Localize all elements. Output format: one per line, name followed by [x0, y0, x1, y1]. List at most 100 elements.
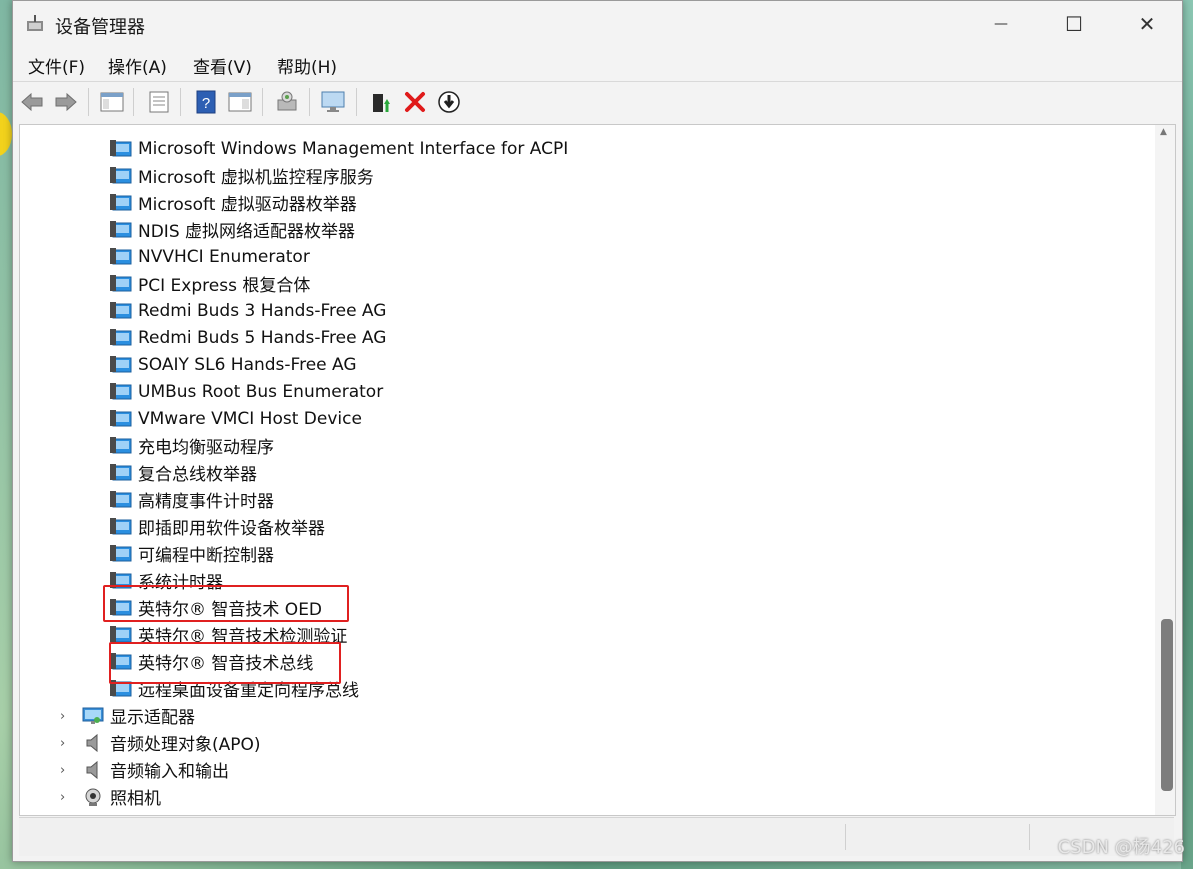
- system-device-icon: [110, 247, 132, 264]
- camera-icon: [85, 788, 101, 806]
- back-arrow-icon: [21, 92, 43, 112]
- tree-item-label: NDIS 虚拟网络适配器枚举器: [138, 222, 356, 242]
- system-device-icon: [110, 328, 132, 345]
- tree-category[interactable]: 音频输入和输出: [82, 756, 229, 783]
- menu-help[interactable]: 帮助(H): [277, 53, 337, 78]
- back-button[interactable]: [19, 89, 45, 115]
- tree-item-label: 高精度事件计时器: [138, 492, 274, 512]
- close-icon: ✕: [1138, 12, 1156, 36]
- tree-item[interactable]: NDIS 虚拟网络适配器枚举器: [110, 216, 355, 243]
- forward-button[interactable]: [53, 89, 79, 115]
- system-device-icon: [110, 490, 132, 507]
- tree-item[interactable]: 高精度事件计时器: [110, 486, 274, 513]
- expand-chevron-icon[interactable]: ›: [60, 709, 65, 724]
- maximize-button[interactable]: ☐: [1039, 1, 1109, 47]
- uninstall-icon: [405, 92, 425, 112]
- show-hide-tree-icon: [100, 92, 124, 112]
- status-bar: [19, 817, 1174, 856]
- expand-chevron-icon[interactable]: ›: [60, 790, 65, 805]
- properties-button[interactable]: [146, 89, 172, 115]
- tree-item-label: PCI Express 根复合体: [138, 276, 311, 296]
- tree-item[interactable]: UMBus Root Bus Enumerator: [110, 378, 383, 405]
- toolbar-separator: [88, 88, 89, 116]
- system-device-icon: [110, 274, 132, 291]
- system-device-icon: [110, 166, 132, 183]
- menu-file[interactable]: 文件(F): [28, 53, 85, 78]
- toolbar-separator: [356, 88, 357, 116]
- system-device-icon: [110, 382, 132, 399]
- menu-view[interactable]: 查看(V): [193, 53, 252, 78]
- tree-item[interactable]: Microsoft 虚拟机监控程序服务: [110, 162, 374, 189]
- menu-bar: 文件(F) 操作(A) 查看(V) 帮助(H): [13, 47, 1182, 81]
- tree-item-label: Redmi Buds 3 Hands-Free AG: [138, 300, 387, 321]
- tree-category-label: 音频输入和输出: [110, 762, 229, 782]
- tree-item[interactable]: SOAIY SL6 Hands-Free AG: [110, 351, 357, 378]
- help-icon: ?: [196, 90, 216, 114]
- show-hide-console-tree-button[interactable]: [99, 89, 125, 115]
- tree-category[interactable]: 音频处理对象(APO): [82, 729, 261, 756]
- system-device-icon: [110, 436, 132, 453]
- minimize-button[interactable]: —: [966, 1, 1036, 47]
- tree-item[interactable]: VMware VMCI Host Device: [110, 405, 362, 432]
- tree-item-label: Microsoft Windows Management Interface f…: [138, 138, 569, 159]
- display-adapter-icon: [82, 707, 104, 724]
- tree-item-label: Microsoft 虚拟驱动器枚举器: [138, 195, 357, 215]
- tree-item[interactable]: 即插即用软件设备枚举器: [110, 513, 325, 540]
- tree-item-label: SOAIY SL6 Hands-Free AG: [138, 354, 357, 375]
- update-driver-button[interactable]: [368, 89, 394, 115]
- menu-action[interactable]: 操作(A): [108, 53, 167, 78]
- tree-category[interactable]: 照相机: [82, 783, 161, 810]
- tree-item[interactable]: 充电均衡驱动程序: [110, 432, 274, 459]
- device-manager-window: 设备管理器 — ☐ ✕ 文件(F) 操作(A) 查看(V) 帮助(H) ? Mi…: [12, 0, 1183, 862]
- window-title: 设备管理器: [55, 17, 145, 38]
- monitor-button[interactable]: [320, 89, 346, 115]
- disable-icon: [438, 91, 460, 113]
- view-button[interactable]: [227, 89, 253, 115]
- view-icon: [228, 92, 252, 112]
- tree-item-label: 可编程中断控制器: [138, 546, 274, 566]
- help-button[interactable]: ?: [193, 89, 219, 115]
- tree-item-label: 即插即用软件设备枚举器: [138, 519, 325, 539]
- svg-text:?: ?: [202, 95, 210, 112]
- system-device-icon: [110, 355, 132, 372]
- tree-item-label: UMBus Root Bus Enumerator: [138, 381, 384, 402]
- tree-item[interactable]: NVVHCI Enumerator: [110, 243, 310, 270]
- uninstall-device-button[interactable]: [402, 89, 428, 115]
- forward-arrow-icon: [55, 92, 77, 112]
- monitor-icon: [321, 91, 345, 112]
- tree-item[interactable]: PCI Express 根复合体: [110, 270, 310, 297]
- close-button[interactable]: ✕: [1112, 1, 1182, 47]
- speaker-icon: [86, 733, 98, 752]
- highlight-box-oed: [103, 585, 349, 622]
- tree-category[interactable]: 显示适配器: [82, 702, 195, 729]
- tree-item[interactable]: Redmi Buds 3 Hands-Free AG: [110, 297, 386, 324]
- tree-item-label: Redmi Buds 5 Hands-Free AG: [138, 327, 387, 348]
- background-sticker: [0, 112, 12, 156]
- speaker-icon: [86, 760, 98, 779]
- tree-item-label: VMware VMCI Host Device: [138, 408, 362, 429]
- system-device-icon: [110, 544, 132, 561]
- tree-item[interactable]: 复合总线枚举器: [110, 459, 257, 486]
- title-bar: 设备管理器 — ☐ ✕: [13, 1, 1182, 47]
- tree-item[interactable]: 可编程中断控制器: [110, 540, 274, 567]
- disable-device-button[interactable]: [436, 89, 462, 115]
- scrollbar-thumb[interactable]: [1161, 619, 1173, 791]
- expand-chevron-icon[interactable]: ›: [60, 763, 65, 778]
- vertical-scrollbar[interactable]: ▲: [1155, 125, 1175, 815]
- system-device-icon: [110, 193, 132, 210]
- system-device-icon: [110, 409, 132, 426]
- toolbar-separator: [262, 88, 263, 116]
- scan-hardware-icon: [277, 91, 297, 111]
- scan-hardware-button[interactable]: [274, 89, 300, 115]
- tree-item[interactable]: Microsoft Windows Management Interface f…: [110, 135, 568, 162]
- properties-icon: [149, 91, 169, 113]
- scroll-up-arrow-icon[interactable]: ▲: [1160, 127, 1167, 137]
- expand-chevron-icon[interactable]: ›: [60, 736, 65, 751]
- tree-item[interactable]: Redmi Buds 5 Hands-Free AG: [110, 324, 386, 351]
- toolbar-separator: [180, 88, 181, 116]
- tree-item[interactable]: Microsoft 虚拟驱动器枚举器: [110, 189, 357, 216]
- tree-category-label: 照相机: [110, 789, 161, 809]
- toolbar: ?: [13, 81, 1182, 122]
- highlight-box-bus: [109, 642, 341, 684]
- update-driver-icon: [373, 94, 390, 112]
